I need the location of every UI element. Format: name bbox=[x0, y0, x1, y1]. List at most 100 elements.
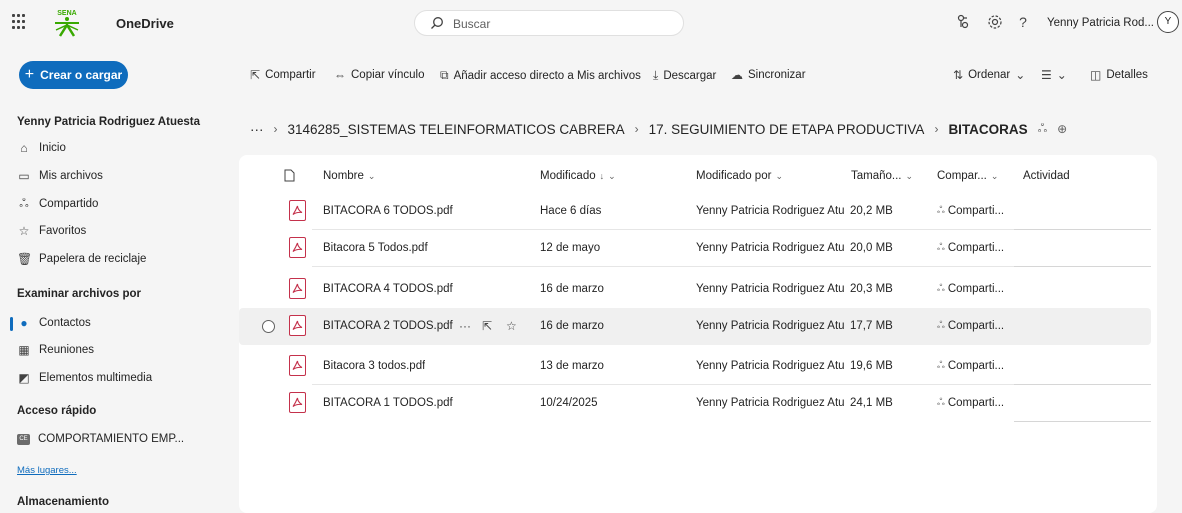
chevron-down-icon: ⌄ bbox=[1015, 68, 1026, 82]
table-row-hovered[interactable]: BITACORA 2 TODOS.pdf ··· ⇱ ☆ 16 de marzo… bbox=[239, 308, 1151, 345]
user-name[interactable]: Yenny Patricia Rod... bbox=[1047, 17, 1154, 29]
column-header-modified-by[interactable]: Modificado por ⌄ bbox=[696, 170, 783, 182]
pdf-file-icon bbox=[289, 315, 306, 336]
modified-date: Hace 6 días bbox=[540, 205, 602, 217]
file-name[interactable]: BITACORA 4 TODOS.pdf bbox=[323, 283, 453, 295]
column-header-name[interactable]: Nombre ⌄ bbox=[323, 170, 375, 182]
list-view-icon: ☰ bbox=[1041, 68, 1052, 82]
nav-item-home[interactable]: ⌂ Inicio bbox=[17, 141, 65, 155]
person-icon: ● bbox=[20, 316, 28, 330]
quick-access-item[interactable]: CE COMPORTAMIENTO EMP... bbox=[17, 433, 184, 445]
sharing-status[interactable]: ஃ Comparti... bbox=[937, 360, 1004, 372]
file-size: 20,3 MB bbox=[850, 283, 893, 295]
nav-item-favorites[interactable]: ☆ Favoritos bbox=[17, 224, 87, 238]
chevron-down-icon: ⌄ bbox=[990, 171, 999, 181]
breadcrumb-item[interactable]: 17. SEGUIMIENTO DE ETAPA PRODUCTIVA bbox=[649, 122, 925, 137]
search-box[interactable] bbox=[414, 10, 684, 36]
download-button[interactable]: ⤓ Descargar bbox=[653, 68, 716, 83]
calendar-icon: ▦ bbox=[18, 343, 30, 357]
file-name[interactable]: BITACORA 6 TODOS.pdf bbox=[323, 205, 453, 217]
nav-item-shared[interactable]: ஃ Compartido bbox=[17, 196, 98, 212]
breadcrumb-current: BITACORAS bbox=[948, 121, 1028, 137]
trash-icon: 🗑 bbox=[17, 252, 33, 266]
favorite-star-icon[interactable]: ☆ bbox=[506, 319, 517, 333]
file-name[interactable]: Bitacora 5 Todos.pdf bbox=[323, 242, 428, 254]
column-header-sharing[interactable]: Compar... ⌄ bbox=[937, 170, 998, 182]
browse-item-media[interactable]: ◩ Elementos multimedia bbox=[17, 371, 152, 385]
copy-link-button[interactable]: ⇔ Copiar vínculo bbox=[334, 68, 425, 82]
sharing-status[interactable]: ஃ Comparti... bbox=[937, 242, 1004, 254]
chevron-right-icon: › bbox=[934, 122, 939, 136]
pdf-file-icon bbox=[289, 392, 306, 413]
people-icon: ஃ bbox=[937, 397, 945, 408]
avatar[interactable]: Y bbox=[1157, 11, 1179, 33]
sharing-status[interactable]: ஃ Comparti... bbox=[937, 397, 1004, 409]
file-name[interactable]: BITACORA 2 TODOS.pdf bbox=[323, 320, 453, 332]
sync-button[interactable]: ☁ Sincronizar bbox=[731, 68, 806, 82]
link-icon: ⇔ bbox=[334, 68, 346, 82]
search-input[interactable] bbox=[453, 15, 673, 32]
create-upload-label: Crear o cargar bbox=[40, 68, 123, 82]
app-launcher-icon[interactable] bbox=[12, 14, 28, 30]
pdf-file-icon bbox=[289, 237, 306, 258]
app-title[interactable]: OneDrive bbox=[116, 16, 174, 31]
column-header-size[interactable]: Tamaño... ⌄ bbox=[851, 170, 913, 182]
shortcut-icon: ⧉ bbox=[440, 68, 449, 82]
breadcrumb: ··· › 3146285_SISTEMAS TELEINFORMATICOS … bbox=[250, 121, 1067, 137]
more-places-link[interactable]: Más lugares... bbox=[17, 465, 77, 476]
nav-item-label: Papelera de reciclaje bbox=[39, 253, 147, 265]
quick-access-label: COMPORTAMIENTO EMP... bbox=[38, 433, 185, 445]
owner-name: Yenny Patricia Rodriguez Atuesta bbox=[17, 116, 200, 128]
sharing-status[interactable]: ஃ Comparti... bbox=[937, 283, 1004, 295]
nav-item-label: Mis archivos bbox=[39, 170, 103, 182]
breadcrumb-more-button[interactable]: ··· bbox=[250, 122, 264, 137]
add-shortcut-button[interactable]: ⧉ Añadir acceso directo a Mis archivos bbox=[440, 68, 641, 83]
browse-item-contacts[interactable]: ● Contactos bbox=[17, 316, 90, 330]
table-row[interactable]: BITACORA 6 TODOS.pdf Hace 6 días Yenny P… bbox=[239, 193, 1151, 230]
sort-button[interactable]: ⇅ Ordenar ⌄ bbox=[953, 68, 1025, 82]
settings-gear-icon[interactable] bbox=[986, 13, 1004, 31]
file-size: 17,7 MB bbox=[850, 320, 893, 332]
sharing-status[interactable]: ஃ Comparti... bbox=[937, 320, 1004, 332]
file-name[interactable]: Bitacora 3 todos.pdf bbox=[323, 360, 425, 372]
table-row[interactable]: BITACORA 1 TODOS.pdf 10/24/2025 Yenny Pa… bbox=[239, 385, 1151, 422]
row-select-radio[interactable] bbox=[262, 320, 275, 333]
more-actions-icon[interactable]: ··· bbox=[459, 319, 471, 333]
table-row[interactable]: Bitacora 3 todos.pdf 13 de marzo Yenny P… bbox=[239, 348, 1151, 385]
table-row[interactable]: BITACORA 4 TODOS.pdf 16 de marzo Yenny P… bbox=[239, 271, 1151, 308]
modified-date: 16 de marzo bbox=[540, 320, 604, 332]
help-icon[interactable]: ? bbox=[1014, 13, 1032, 31]
table-row[interactable]: Bitacora 5 Todos.pdf 12 de mayo Yenny Pa… bbox=[239, 230, 1151, 267]
column-header-activity: Actividad bbox=[1023, 170, 1070, 182]
nav-item-recycle-bin[interactable]: 🗑 Papelera de reciclaje bbox=[17, 252, 146, 266]
column-header-modified[interactable]: Modificado ↓ ⌄ bbox=[540, 170, 616, 182]
group-icon: CE bbox=[17, 433, 30, 445]
browse-item-meetings[interactable]: ▦ Reuniones bbox=[17, 343, 94, 357]
file-name[interactable]: BITACORA 1 TODOS.pdf bbox=[323, 397, 453, 409]
view-options-button[interactable]: ☰ ⌄ bbox=[1041, 68, 1067, 82]
people-icon: ஃ bbox=[937, 320, 945, 331]
chevron-down-icon: ⌄ bbox=[905, 171, 914, 181]
breadcrumb-item[interactable]: 3146285_SISTEMAS TELEINFORMATICOS CABRER… bbox=[288, 122, 625, 137]
nav-item-my-files[interactable]: ▭ Mis archivos bbox=[17, 169, 103, 183]
modified-by: Yenny Patricia Rodriguez Atuesta bbox=[696, 242, 845, 254]
file-size: 20,2 MB bbox=[850, 205, 893, 217]
sort-icon: ⇅ bbox=[953, 68, 964, 82]
people-network-icon[interactable] bbox=[954, 13, 972, 31]
share-icon[interactable]: ⇱ bbox=[482, 319, 492, 333]
chevron-down-icon: ⌄ bbox=[367, 171, 376, 181]
modified-date: 12 de mayo bbox=[540, 242, 601, 254]
create-upload-button[interactable]: + Crear o cargar bbox=[19, 61, 128, 89]
details-button[interactable]: ◫ Detalles bbox=[1090, 68, 1148, 82]
modified-date: 13 de marzo bbox=[540, 360, 604, 372]
modified-by: Yenny Patricia Rodriguez Atuesta bbox=[696, 360, 845, 372]
share-button[interactable]: ⇱ Compartir bbox=[250, 68, 316, 82]
sharing-status[interactable]: ஃ Comparti... bbox=[937, 205, 1004, 217]
file-type-icon[interactable] bbox=[284, 169, 295, 182]
globe-icon: ⊕ bbox=[1057, 122, 1068, 136]
browse-item-label: Reuniones bbox=[39, 344, 94, 356]
star-icon: ☆ bbox=[18, 224, 30, 238]
home-icon: ⌂ bbox=[20, 141, 28, 155]
search-icon bbox=[431, 17, 443, 29]
file-size: 19,6 MB bbox=[850, 360, 893, 372]
